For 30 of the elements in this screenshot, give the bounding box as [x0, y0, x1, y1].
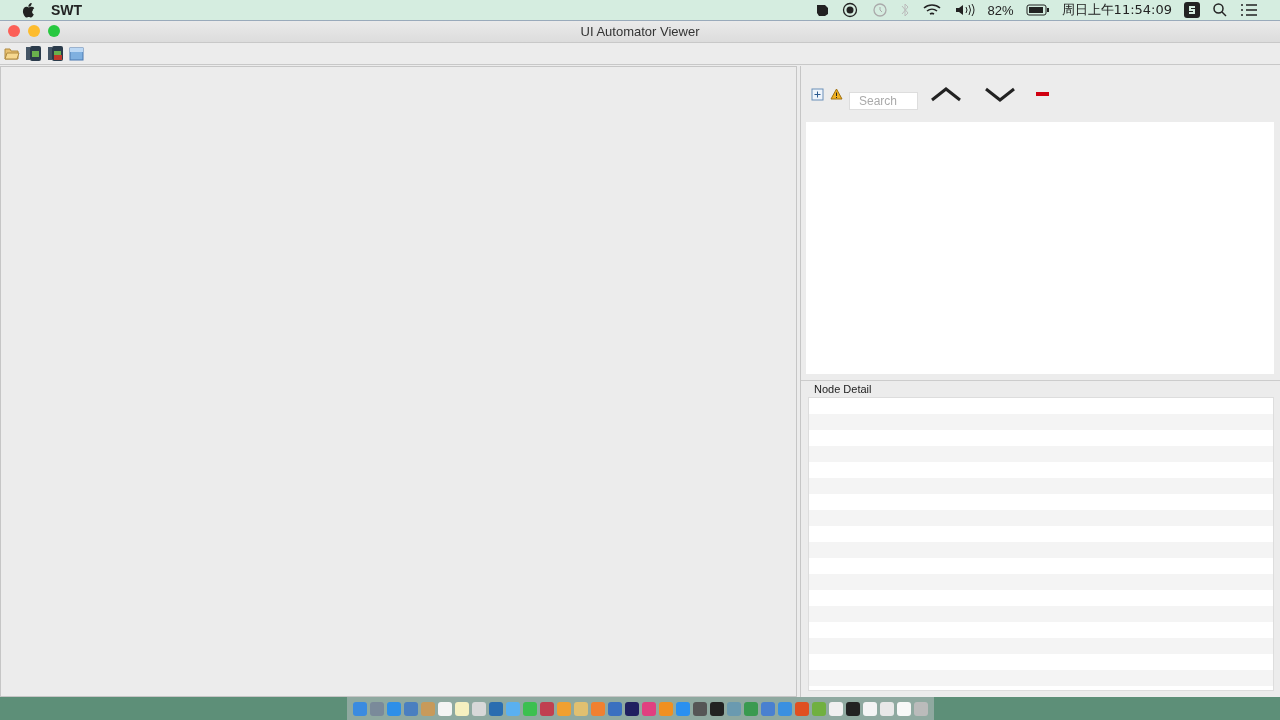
- record-icon[interactable]: [841, 2, 858, 18]
- bluetooth-icon[interactable]: [899, 2, 910, 18]
- expand-all-icon[interactable]: [811, 87, 824, 101]
- window-square-icon[interactable]: [69, 46, 84, 61]
- chevron-down-icon[interactable]: [984, 86, 1016, 102]
- zoom-button[interactable]: [48, 25, 60, 37]
- search-icon[interactable]: [1212, 2, 1228, 18]
- search-field[interactable]: Search: [849, 92, 918, 110]
- warning-icon[interactable]: [830, 88, 843, 100]
- wifi-icon[interactable]: [921, 2, 942, 18]
- minimize-button[interactable]: [28, 25, 40, 37]
- list-menu-icon[interactable]: [1240, 3, 1258, 17]
- battery-icon[interactable]: [1025, 4, 1050, 16]
- dock-app-icon[interactable]: [845, 701, 860, 716]
- dock-app-icon[interactable]: [709, 701, 724, 716]
- s-logo-icon[interactable]: [1184, 2, 1200, 18]
- speaker-icon[interactable]: [953, 2, 976, 18]
- device-screenshot-compressed-icon[interactable]: [47, 46, 64, 61]
- dock-app-icon[interactable]: [692, 701, 707, 716]
- window-title: UI Automator Viewer: [580, 24, 700, 39]
- battery-percentage: 82%: [987, 2, 1014, 18]
- dock-app-icon[interactable]: [624, 701, 639, 716]
- chevron-up-icon[interactable]: [930, 86, 962, 102]
- menu-bar-clock[interactable]: 周日上午11:54:09: [1061, 1, 1172, 19]
- close-button[interactable]: [8, 25, 20, 37]
- app-name[interactable]: SWT: [51, 2, 83, 18]
- device-screenshot-icon[interactable]: [25, 46, 42, 61]
- node-detail-label: Node Detail: [813, 383, 873, 395]
- apple-logo-icon[interactable]: [22, 2, 35, 18]
- folder-icon[interactable]: [4, 47, 20, 60]
